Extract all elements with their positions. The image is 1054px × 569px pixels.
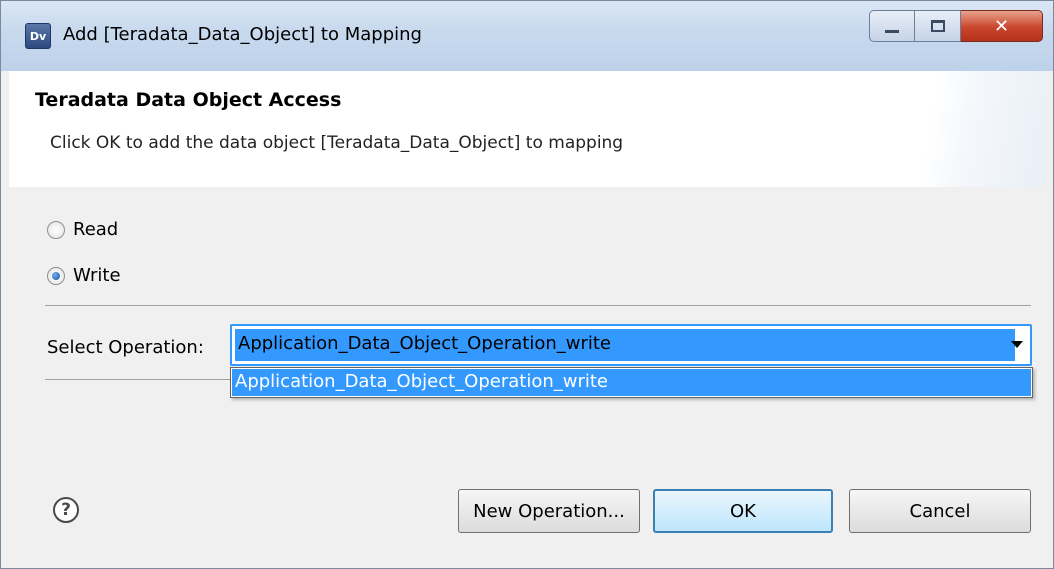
read-option[interactable]: Read bbox=[47, 219, 118, 240]
header-title: Teradata Data Object Access bbox=[35, 89, 342, 111]
maximize-icon bbox=[930, 20, 945, 32]
separator-bottom bbox=[45, 379, 231, 380]
separator-top bbox=[45, 305, 1031, 306]
minimize-button[interactable] bbox=[869, 10, 915, 42]
select-operation-label: Select Operation: bbox=[47, 337, 204, 358]
help-icon[interactable]: ? bbox=[53, 497, 79, 523]
chevron-down-icon[interactable] bbox=[1011, 341, 1023, 348]
write-radio[interactable] bbox=[47, 266, 65, 285]
header-description: Click OK to add the data object [Teradat… bbox=[50, 133, 624, 153]
title-bar[interactable]: Dv Add [Teradata_Data_Object] to Mapping… bbox=[1, 1, 1053, 71]
operation-dropdown-list: Application_Data_Object_Operation_write bbox=[230, 367, 1033, 398]
new-operation-button[interactable]: New Operation... bbox=[458, 489, 640, 533]
write-label: Write bbox=[73, 265, 121, 286]
operation-combobox[interactable]: Application_Data_Object_Operation_write bbox=[230, 324, 1032, 366]
read-radio[interactable] bbox=[47, 220, 65, 239]
dropdown-item[interactable]: Application_Data_Object_Operation_write bbox=[232, 369, 1031, 396]
ok-button[interactable]: OK bbox=[653, 489, 833, 533]
window-controls: ✕ bbox=[869, 10, 1043, 42]
dialog-window: Dv Add [Teradata_Data_Object] to Mapping… bbox=[0, 0, 1054, 569]
minimize-icon bbox=[885, 29, 899, 33]
close-icon: ✕ bbox=[993, 15, 1010, 37]
read-label: Read bbox=[73, 219, 119, 240]
dialog-header: Teradata Data Object Access Click OK to … bbox=[9, 71, 1045, 187]
app-icon: Dv bbox=[25, 23, 51, 49]
close-button[interactable]: ✕ bbox=[961, 10, 1043, 42]
write-option[interactable]: Write bbox=[47, 265, 121, 286]
window-title: Add [Teradata_Data_Object] to Mapping bbox=[63, 24, 422, 45]
cancel-button[interactable]: Cancel bbox=[849, 489, 1031, 533]
maximize-button[interactable] bbox=[915, 10, 961, 42]
combo-selected-value: Application_Data_Object_Operation_write bbox=[238, 333, 612, 354]
